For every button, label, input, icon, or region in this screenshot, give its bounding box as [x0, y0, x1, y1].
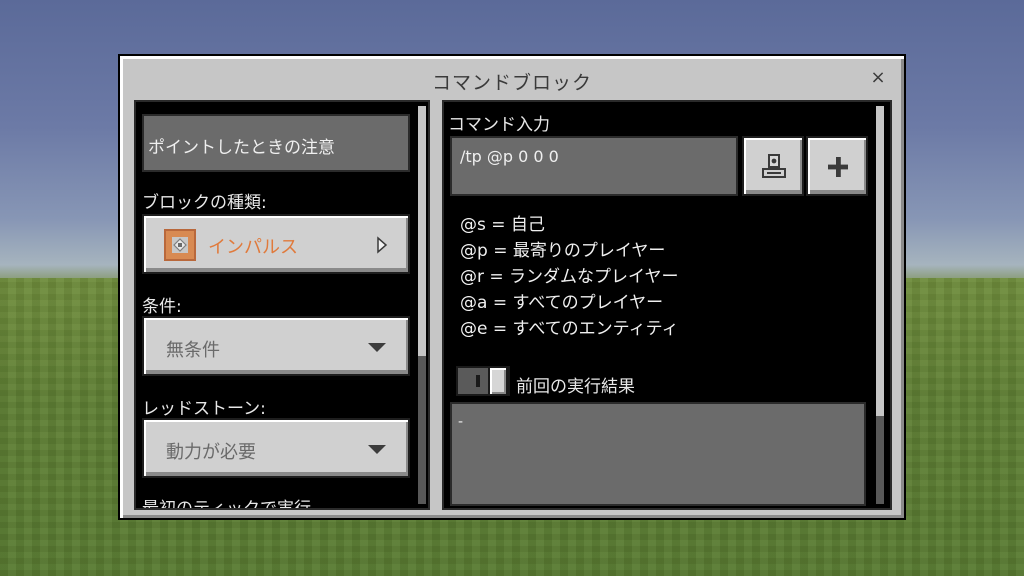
- selector-help-item: @e = すべてのエンティティ: [460, 319, 679, 339]
- hover-note-input[interactable]: ポイントしたときの注意: [142, 114, 410, 172]
- condition-dropdown[interactable]: 無条件: [142, 316, 410, 376]
- condition-label: 条件:: [142, 297, 182, 317]
- left-scrollbar-thumb[interactable]: [418, 106, 426, 356]
- previous-output-label: 前回の実行結果: [516, 377, 635, 397]
- previous-output-toggle[interactable]: [456, 366, 510, 396]
- command-block-icon: [164, 229, 196, 261]
- chevron-right-icon: [376, 236, 388, 254]
- command-panel: コマンド入力 /tp @p 0 0 0 @s = 自己 @p = 最寄りのプレイ…: [442, 100, 892, 510]
- plus-icon: [826, 155, 850, 179]
- selector-help-item: @s = 自己: [460, 215, 545, 235]
- command-input-label: コマンド入力: [448, 115, 550, 135]
- condition-value: 無条件: [166, 340, 220, 361]
- right-scrollbar[interactable]: [876, 106, 884, 504]
- command-block-dialog: コマンドブロック × ポイントしたときの注意 ブロックの種類: インパルス 条件…: [118, 54, 906, 520]
- selector-help-item: @r = ランダムなプレイヤー: [460, 267, 679, 287]
- import-icon: [761, 153, 787, 179]
- left-scrollbar[interactable]: [418, 106, 426, 504]
- toggle-off-indicator: [476, 375, 480, 387]
- command-input[interactable]: /tp @p 0 0 0: [450, 136, 738, 196]
- selector-help-item: @p = 最寄りのプレイヤー: [460, 241, 666, 261]
- previous-output-box: -: [450, 402, 866, 506]
- block-type-button[interactable]: インパルス: [142, 214, 410, 274]
- import-button[interactable]: [742, 136, 804, 196]
- hover-note-placeholder: ポイントしたときの注意: [148, 138, 335, 158]
- toggle-knob[interactable]: [488, 366, 508, 396]
- previous-output-value: -: [458, 414, 464, 430]
- command-input-value: /tp @p 0 0 0: [460, 147, 559, 166]
- selector-help-item: @a = すべてのプレイヤー: [460, 293, 664, 313]
- right-scrollbar-thumb[interactable]: [876, 106, 884, 416]
- first-tick-label: 最初のティックで実行: [142, 499, 311, 510]
- settings-panel: ポイントしたときの注意 ブロックの種類: インパルス 条件: 無条件 レッドスト…: [134, 100, 430, 510]
- close-icon[interactable]: ×: [868, 68, 888, 88]
- chevron-down-icon: [368, 343, 386, 352]
- block-type-value: インパルス: [208, 237, 298, 258]
- redstone-value: 動力が必要: [166, 442, 256, 463]
- chevron-down-icon: [368, 445, 386, 454]
- add-button[interactable]: [806, 136, 868, 196]
- redstone-dropdown[interactable]: 動力が必要: [142, 418, 410, 478]
- redstone-label: レッドストーン:: [142, 399, 266, 419]
- block-type-label: ブロックの種類:: [142, 193, 267, 213]
- dialog-title: コマンドブロック: [431, 72, 592, 94]
